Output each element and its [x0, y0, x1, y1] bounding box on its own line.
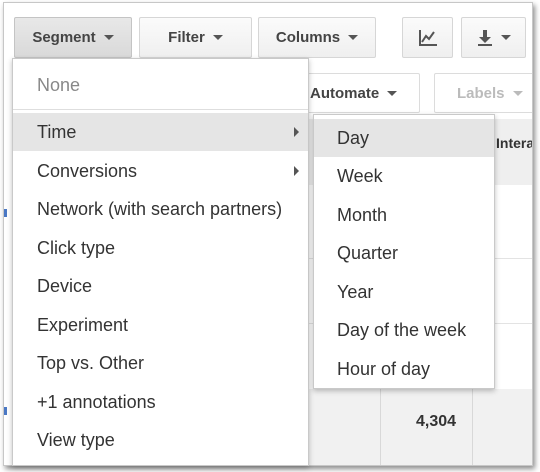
segment-button[interactable]: Segment: [14, 17, 132, 58]
columns-button[interactable]: Columns: [258, 17, 376, 58]
column-header-interactions[interactable]: Intera: [496, 135, 532, 151]
chevron-down-icon: [387, 90, 398, 96]
menu-item-label: +1 annotations: [37, 391, 156, 412]
menu-item-label: None: [37, 74, 81, 95]
submenu-item-label: Quarter: [337, 242, 399, 263]
submenu-item-label: Day of the week: [337, 319, 467, 340]
menu-item-none[interactable]: None: [13, 66, 308, 104]
filter-button[interactable]: Filter: [139, 17, 252, 58]
labels-button-label: Labels: [457, 84, 505, 102]
menu-item-conversions[interactable]: Conversions: [13, 152, 308, 190]
menu-item-experiment[interactable]: Experiment: [13, 306, 308, 344]
row-indicator: [4, 209, 7, 217]
submenu-item-label: Month: [337, 204, 388, 225]
row-indicator: [4, 407, 7, 415]
menu-item-network[interactable]: Network (with search partners): [13, 190, 308, 228]
submenu-item-year[interactable]: Year: [314, 273, 494, 311]
filter-button-label: Filter: [168, 29, 205, 46]
chevron-down-icon: [212, 35, 223, 40]
line-chart-icon: [418, 29, 437, 46]
total-interactions-value: 4,304: [416, 413, 457, 430]
menu-item-device[interactable]: Device: [13, 267, 308, 305]
submenu-item-month[interactable]: Month: [314, 196, 494, 234]
menu-separator: [13, 109, 308, 110]
submenu-item-quarter[interactable]: Quarter: [314, 234, 494, 272]
time-submenu: Day Week Month Quarter Year Day of the w…: [313, 114, 495, 389]
chevron-right-icon: [294, 166, 299, 176]
submenu-item-label: Week: [337, 165, 383, 186]
submenu-item-label: Hour of day: [337, 358, 431, 379]
menu-item-label: Device: [37, 275, 93, 296]
submenu-item-label: Year: [337, 281, 374, 302]
menu-item-top-vs-other[interactable]: Top vs. Other: [13, 344, 308, 382]
menu-item-label: Click type: [37, 237, 116, 258]
chevron-down-icon: [500, 35, 511, 40]
menu-item-label: Experiment: [37, 314, 129, 335]
chevron-down-icon: [103, 35, 114, 40]
menu-item-view-type[interactable]: View type: [13, 421, 308, 459]
menu-item-label: Time: [37, 121, 77, 142]
segment-menu: None Time Conversions Network (with sear…: [12, 58, 309, 466]
columns-button-label: Columns: [275, 29, 341, 46]
menu-item-label: Top vs. Other: [37, 352, 145, 373]
submenu-item-hour-of-day[interactable]: Hour of day: [314, 350, 494, 388]
chevron-down-icon: [348, 35, 359, 40]
download-button[interactable]: [461, 17, 526, 58]
column-divider: [472, 389, 473, 465]
automate-button-label: Automate: [310, 84, 380, 102]
labels-button[interactable]: Labels: [434, 73, 532, 113]
download-icon: [477, 29, 492, 46]
automate-button[interactable]: Automate: [299, 73, 420, 113]
submenu-item-week[interactable]: Week: [314, 157, 494, 195]
menu-item-label: Network (with search partners): [37, 198, 283, 219]
submenu-item-label: Day: [337, 127, 370, 148]
column-divider: [380, 389, 381, 465]
menu-item-click-type[interactable]: Click type: [13, 229, 308, 267]
menu-item-label: View type: [37, 429, 115, 450]
chevron-down-icon: [512, 90, 523, 96]
submenu-item-day-of-week[interactable]: Day of the week: [314, 311, 494, 349]
submenu-item-day[interactable]: Day: [314, 119, 494, 157]
menu-item-plus1-annotations[interactable]: +1 annotations: [13, 383, 308, 421]
menu-item-label: Conversions: [37, 160, 138, 181]
chart-toggle-button[interactable]: [402, 17, 453, 58]
chevron-right-icon: [294, 127, 299, 137]
segment-button-label: Segment: [32, 29, 96, 46]
menu-item-time[interactable]: Time: [13, 113, 308, 151]
